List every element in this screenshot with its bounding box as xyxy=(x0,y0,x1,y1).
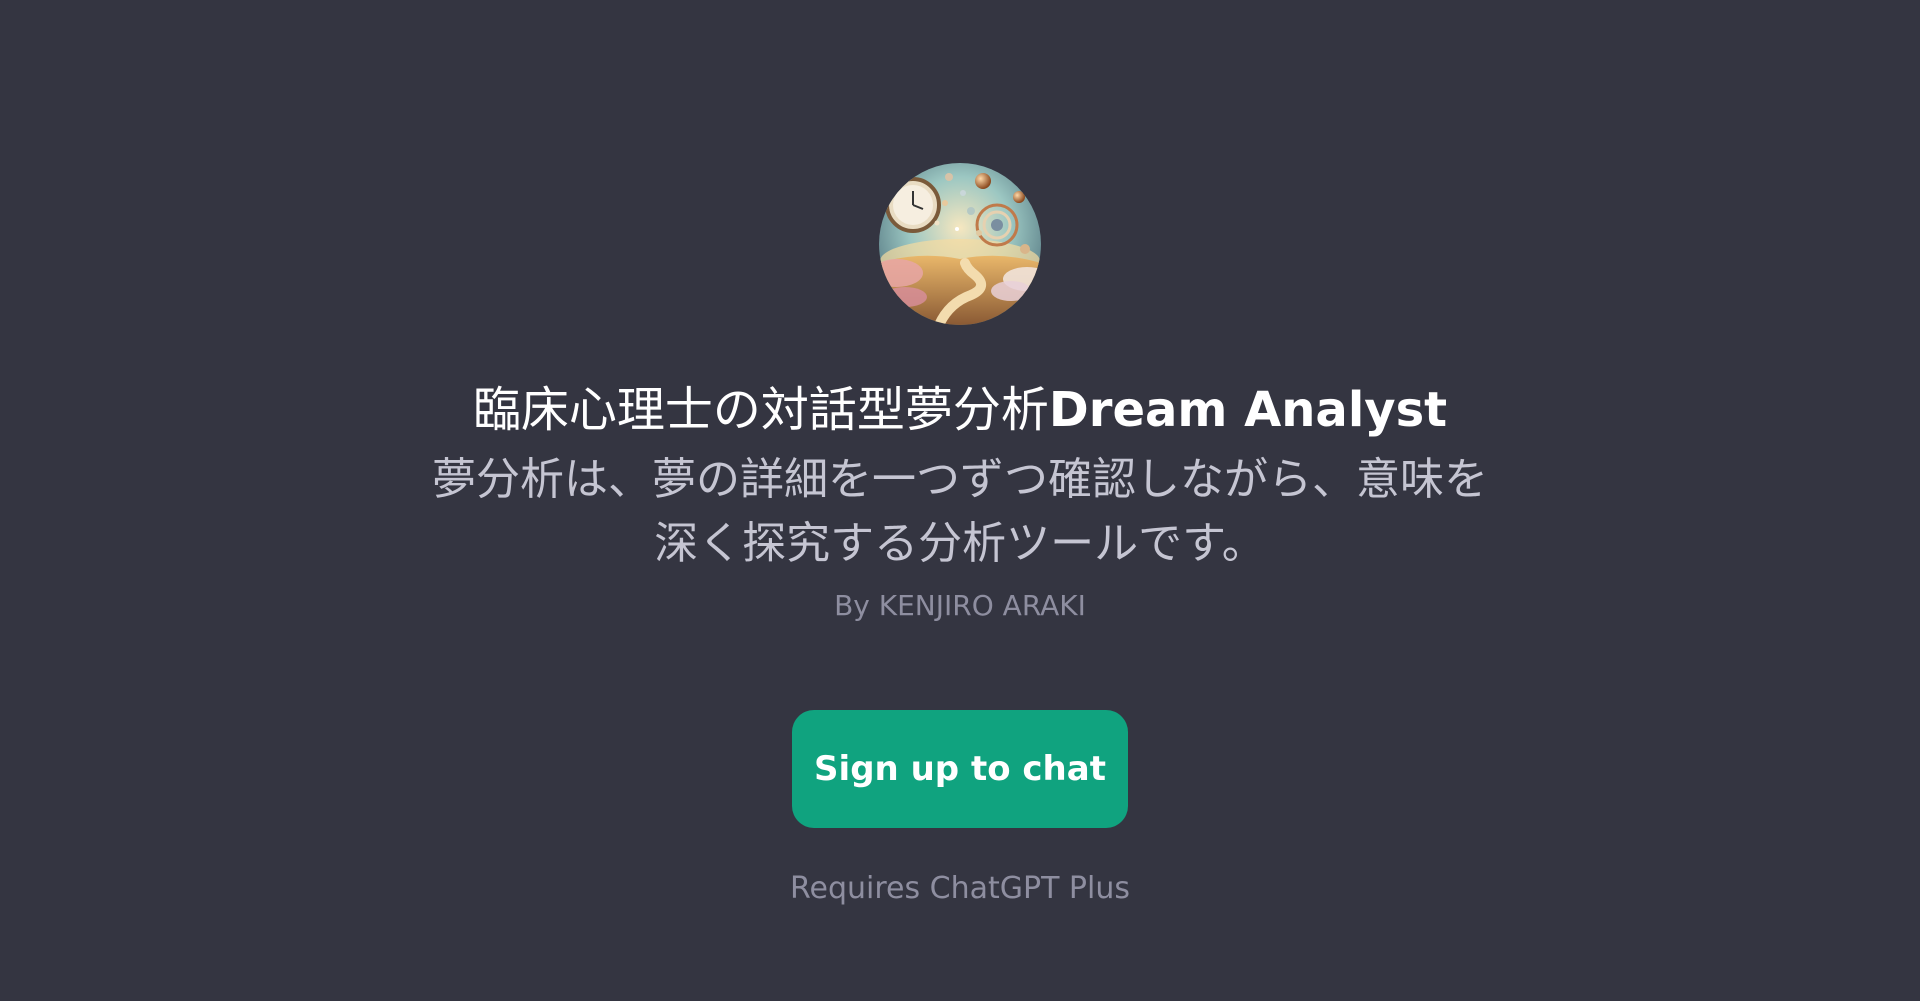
dream-landscape-avatar-icon xyxy=(879,163,1041,325)
gpt-landing-page: 臨床心理士の対話型夢分析Dream Analyst 夢分析は、夢の詳細を一つずつ… xyxy=(0,0,1920,1001)
gpt-title-english: Dream Analyst xyxy=(1048,382,1448,438)
sign-up-to-chat-button[interactable]: Sign up to chat xyxy=(792,710,1128,828)
gpt-avatar xyxy=(879,163,1041,325)
requires-plus-note: Requires ChatGPT Plus xyxy=(789,871,1131,906)
gpt-title: 臨床心理士の対話型夢分析Dream Analyst xyxy=(360,378,1560,442)
gpt-description: 夢分析は、夢の詳細を一つずつ確認しながら、意味を深く探究する分析ツールです。 xyxy=(432,454,1488,569)
gpt-title-japanese: 臨床心理士の対話型夢分析 xyxy=(472,382,1049,438)
gpt-author: By KENJIRO ARAKI xyxy=(834,589,1086,622)
